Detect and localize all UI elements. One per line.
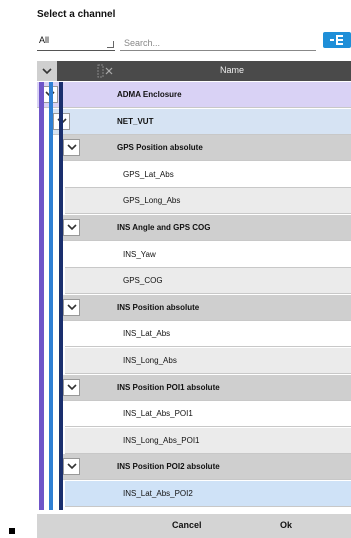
collapse-toggle[interactable]	[63, 219, 80, 236]
tree-rail-root	[39, 82, 44, 510]
tree-row-group[interactable]: INS Position POI2 absolute	[59, 454, 351, 481]
chevron-down-icon	[42, 68, 52, 75]
tree-row-channel[interactable]: INS_Long_Abs	[65, 348, 351, 374]
dialog-footer: Cancel Ok	[37, 514, 351, 538]
tree-row-channel-label: GPS_COG	[123, 276, 163, 286]
tree-row-channel-label: INS_Yaw	[123, 249, 156, 259]
tree-row-channel-label: INS_Long_Abs_POI1	[123, 435, 200, 445]
tree-rail-node	[49, 82, 53, 510]
dialog-title: Select a channel	[37, 9, 116, 20]
tree-row-group[interactable]: INS Position absolute	[59, 294, 351, 321]
tree-structure-icon	[330, 35, 343, 45]
search-field[interactable]	[120, 33, 316, 51]
tree-row-channel[interactable]: INS_Long_Abs_POI1	[65, 427, 351, 454]
tree-rail-group	[59, 82, 63, 510]
tree-row-channel[interactable]: GPS_Lat_Abs	[65, 161, 351, 188]
filter-selected-value: All	[39, 35, 50, 45]
tree-row-group-label: GPS Position absolute	[117, 143, 203, 153]
marker	[9, 528, 15, 534]
tree-row-channel[interactable]: GPS_COG	[65, 268, 351, 295]
tree-row-channel-label: INS_Lat_Abs_POI2	[123, 489, 193, 498]
tree-row-group-label: INS Position POI2 absolute	[117, 462, 220, 472]
tree-row-channel-label: INS_Long_Abs	[123, 356, 177, 365]
search-input[interactable]	[120, 36, 308, 50]
collapse-all-button[interactable]	[37, 61, 57, 81]
tree-row-root[interactable]: ADMA Enclosure	[37, 82, 351, 108]
cancel-button[interactable]: Cancel	[172, 520, 202, 530]
tree-row-group[interactable]: INS Position POI1 absolute	[59, 374, 351, 401]
tree-row-channel-label: INS_Lat_Abs	[123, 329, 171, 339]
clear-filter-button[interactable]	[95, 63, 117, 79]
tree-row-group-label: INS Angle and GPS COG	[117, 223, 211, 232]
tree-row-channel[interactable]: INS_Yaw	[65, 241, 351, 268]
name-column-label: Name	[219, 65, 244, 75]
tree-row-channel-label: INS_Lat_Abs_POI1	[123, 409, 193, 419]
column-header: Name	[37, 61, 351, 81]
tree-row-group-label: INS Position absolute	[117, 302, 200, 312]
chevron-down-icon	[67, 224, 77, 231]
filter-dropdown[interactable]: All	[37, 33, 115, 51]
collapse-toggle[interactable]	[63, 378, 80, 396]
chevron-down-icon	[67, 144, 77, 151]
tree-row-root-label: ADMA Enclosure	[117, 90, 182, 99]
chevron-down-icon	[67, 304, 77, 310]
tree-row-group[interactable]: INS Angle and GPS COG	[59, 215, 351, 241]
tree-row-channel-label: GPS_Lat_Abs	[123, 169, 174, 179]
resize-grip-icon	[107, 41, 114, 48]
ok-button[interactable]: Ok	[280, 520, 292, 530]
tree-row-channel-label: GPS_Long_Abs	[123, 196, 181, 206]
collapse-toggle[interactable]	[63, 139, 80, 157]
clear-filter-icon	[97, 64, 113, 78]
tree-row-channel[interactable]: INS_Lat_Abs	[65, 321, 351, 348]
tree-view-button[interactable]	[323, 32, 351, 48]
channel-tree: ADMA Enclosure NET_VUT GPS Position absolu…	[37, 82, 351, 510]
collapse-toggle[interactable]	[63, 298, 80, 316]
tree-row-channel[interactable]: INS_Lat_Abs_POI1	[65, 401, 351, 428]
chevron-down-icon	[67, 463, 77, 470]
tree-row-group[interactable]: GPS Position absolute	[59, 135, 351, 162]
tree-row-node-label: NET_VUT	[117, 116, 154, 126]
chevron-down-icon	[67, 384, 77, 390]
collapse-toggle[interactable]	[63, 458, 80, 476]
tree-row-group-label: INS Position POI1 absolute	[117, 382, 220, 392]
tree-row-node[interactable]: NET_VUT	[49, 108, 351, 135]
tree-row-channel[interactable]: INS_Lat_Abs_POI2	[65, 481, 351, 507]
tree-row-channel[interactable]: GPS_Long_Abs	[65, 188, 351, 215]
